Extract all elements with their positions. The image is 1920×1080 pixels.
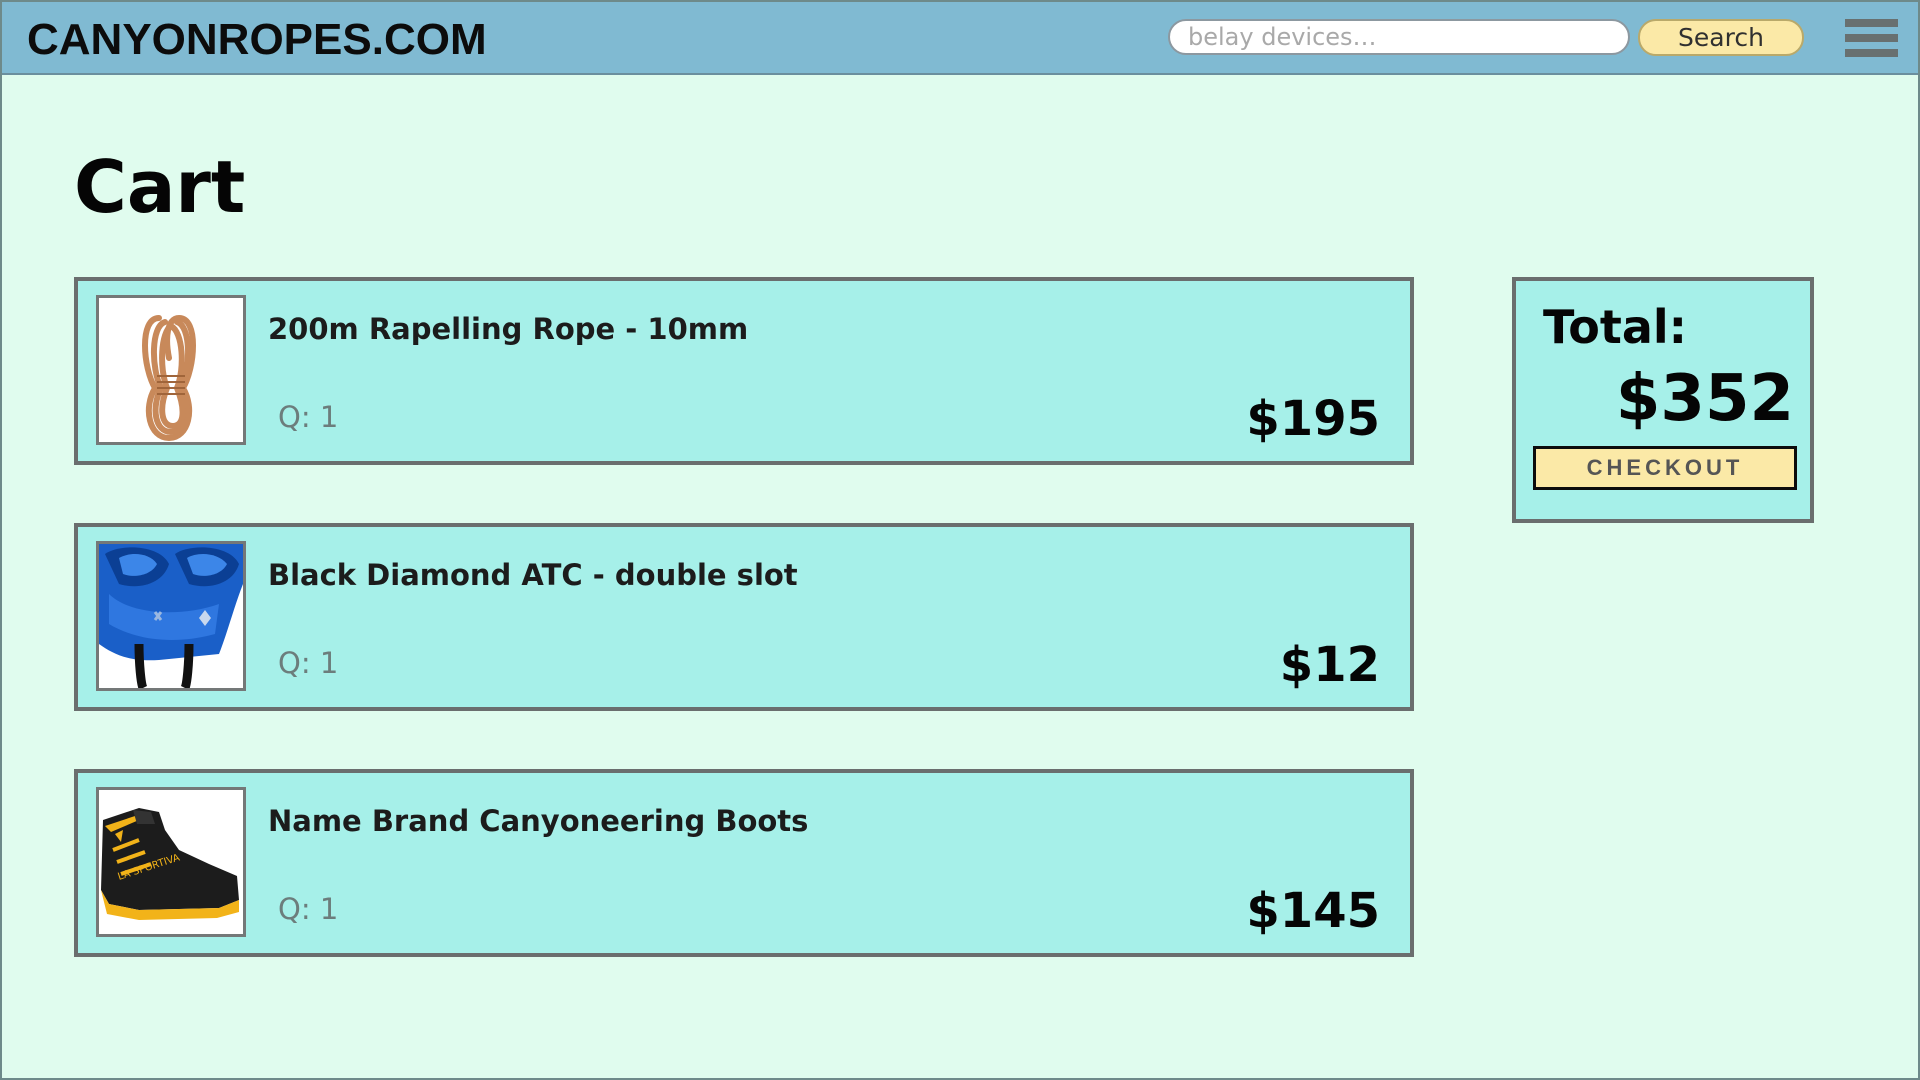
item-price: $145: [1246, 883, 1380, 939]
order-total-panel: Total: $352 CHECKOUT: [1512, 277, 1814, 523]
item-price: $195: [1246, 391, 1380, 447]
item-quantity[interactable]: Q: 1: [278, 399, 338, 435]
cart-item: 200m Rapelling Rope - 10mm Q: 1 $195: [74, 277, 1414, 465]
page: CANYONROPES.COM Search Cart: [0, 0, 1920, 1080]
rope-icon: [99, 298, 243, 442]
cart-item: LA SPORTIVA Name Brand Canyoneering Boot…: [74, 769, 1414, 957]
site-header: CANYONROPES.COM Search: [2, 2, 1918, 75]
cart-item: Black Diamond ATC - double slot Q: 1 $12: [74, 523, 1414, 711]
hamburger-menu-icon[interactable]: [1845, 19, 1898, 57]
boot-image[interactable]: LA SPORTIVA: [96, 787, 246, 937]
item-quantity[interactable]: Q: 1: [278, 645, 338, 681]
total-label: Total:: [1543, 300, 1688, 354]
item-name[interactable]: Black Diamond ATC - double slot: [268, 557, 798, 593]
total-amount: $352: [1615, 362, 1794, 436]
item-name[interactable]: Name Brand Canyoneering Boots: [268, 803, 808, 839]
rope-image[interactable]: [96, 295, 246, 445]
belay-device-icon: [99, 544, 243, 688]
search-input[interactable]: [1168, 19, 1630, 55]
checkout-button[interactable]: CHECKOUT: [1533, 446, 1797, 490]
page-title: Cart: [74, 145, 246, 229]
item-price: $12: [1279, 637, 1380, 693]
site-logo[interactable]: CANYONROPES.COM: [27, 15, 487, 65]
item-quantity[interactable]: Q: 1: [278, 891, 338, 927]
belay-device-image[interactable]: [96, 541, 246, 691]
boot-icon: LA SPORTIVA: [99, 790, 243, 934]
item-name[interactable]: 200m Rapelling Rope - 10mm: [268, 311, 748, 347]
search-button[interactable]: Search: [1638, 19, 1804, 56]
